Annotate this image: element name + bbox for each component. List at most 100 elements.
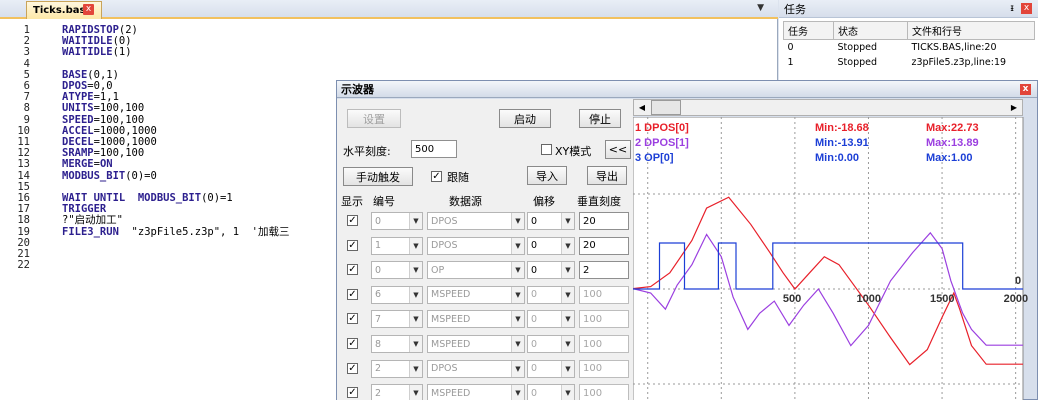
- import-button[interactable]: 导入: [527, 166, 567, 185]
- chevron-down-icon[interactable]: ▼: [409, 360, 422, 377]
- column-header[interactable]: 文件和行号: [907, 21, 1035, 40]
- stop-button[interactable]: 停止: [579, 109, 621, 128]
- chevron-down-icon[interactable]: ▼: [511, 336, 524, 352]
- chevron-down-icon[interactable]: ▼: [409, 385, 422, 400]
- channel-number-select[interactable]: 1 ▼: [371, 236, 423, 255]
- manual-trigger-button[interactable]: 手动触发: [343, 167, 413, 186]
- chevron-down-icon[interactable]: ▼: [511, 237, 524, 254]
- chevron-down-icon[interactable]: ▼: [409, 311, 422, 328]
- channel-vscale-input[interactable]: 20: [579, 236, 629, 255]
- column-header[interactable]: 任务: [783, 21, 834, 40]
- channel-source-select[interactable]: DPOS ▼: [427, 212, 525, 230]
- channel-vscale-input[interactable]: 100: [579, 359, 629, 378]
- scroll-left-icon[interactable]: ◀: [634, 100, 650, 115]
- channel-number-select[interactable]: 2 ▼: [371, 384, 423, 400]
- channel-source-value: OP: [431, 264, 445, 276]
- channel-show-checkbox[interactable]: ✓: [347, 338, 358, 349]
- channel-source-select[interactable]: OP ▼: [427, 261, 525, 280]
- channel-show-checkbox[interactable]: ✓: [347, 288, 358, 300]
- channel-number-select[interactable]: 8 ▼: [371, 335, 423, 353]
- code-token: =100,100: [93, 113, 145, 126]
- channel-offset-select[interactable]: 0 ▼: [527, 310, 575, 329]
- close-icon[interactable]: x: [1020, 84, 1031, 95]
- line-number: 13: [17, 158, 30, 171]
- channel-vscale-input[interactable]: 100: [579, 335, 629, 353]
- table-row[interactable]: 0 Stopped TICKS.BAS,line:20: [784, 40, 1035, 55]
- chevron-down-icon[interactable]: ▼: [561, 213, 574, 229]
- collapse-button[interactable]: <<: [605, 140, 631, 159]
- channel-source-select[interactable]: MSPEED ▼: [427, 285, 525, 304]
- channel-offset-value: 0: [531, 264, 538, 276]
- tab-dropdown-icon[interactable]: ▼: [757, 3, 764, 13]
- channel-offset-select[interactable]: 0 ▼: [527, 359, 575, 378]
- channel-source-select[interactable]: MSPEED ▼: [427, 335, 525, 353]
- chevron-down-icon[interactable]: ▼: [409, 237, 422, 254]
- chevron-down-icon[interactable]: ▼: [409, 286, 422, 303]
- channel-vscale-input[interactable]: 100: [579, 310, 629, 329]
- plot-area[interactable]: ◀ ▶ 1 DPOS[0] Min:-18.68 Max:22.73 2 DPOS[1…: [633, 99, 1038, 400]
- channel-source-select[interactable]: DPOS ▼: [427, 236, 525, 255]
- code-token: ON: [99, 158, 113, 171]
- channel-offset-select[interactable]: 0 ▼: [527, 236, 575, 255]
- chevron-down-icon[interactable]: ▼: [511, 385, 524, 400]
- chevron-down-icon[interactable]: ▼: [511, 262, 524, 279]
- chevron-down-icon[interactable]: ▼: [561, 237, 574, 254]
- chevron-down-icon[interactable]: ▼: [561, 262, 574, 279]
- channel-number-select[interactable]: 6 ▼: [371, 285, 423, 304]
- channel-offset-select[interactable]: 0 ▼: [527, 285, 575, 304]
- scroll-right-icon[interactable]: ▶: [1006, 100, 1022, 115]
- channel-vscale-input[interactable]: 2: [579, 261, 629, 280]
- channel-offset-select[interactable]: 0 ▼: [527, 212, 575, 230]
- channel-show-checkbox[interactable]: ✓: [347, 239, 358, 251]
- channel-show-checkbox[interactable]: ✓: [347, 215, 358, 226]
- channel-show-checkbox[interactable]: ✓: [347, 362, 358, 374]
- chevron-down-icon[interactable]: ▼: [409, 262, 422, 279]
- chevron-down-icon[interactable]: ▼: [561, 385, 574, 400]
- channel-vscale-input[interactable]: 100: [579, 285, 629, 304]
- task-panel-header: 任务 ᵻ x: [779, 0, 1038, 18]
- chevron-down-icon[interactable]: ▼: [561, 286, 574, 303]
- channel-number-select[interactable]: 0 ▼: [371, 212, 423, 230]
- channel-show-checkbox[interactable]: ✓: [347, 264, 358, 276]
- chevron-down-icon[interactable]: ▼: [511, 360, 524, 377]
- start-button[interactable]: 启动: [499, 109, 551, 128]
- export-button[interactable]: 导出: [587, 166, 627, 185]
- table-row[interactable]: 1 Stopped z3pFile5.z3p,line:19: [784, 55, 1035, 70]
- channel-show-checkbox[interactable]: ✓: [347, 387, 358, 399]
- scroll-thumb[interactable]: [651, 100, 681, 115]
- channel-offset-select[interactable]: 0 ▼: [527, 261, 575, 280]
- code-token: BASE: [62, 68, 88, 81]
- oscilloscope-title-bar[interactable]: 示波器 x: [337, 81, 1037, 98]
- chevron-down-icon[interactable]: ▼: [561, 360, 574, 377]
- channel-source-select[interactable]: MSPEED ▼: [427, 310, 525, 329]
- follow-checkbox[interactable]: ✓: [431, 171, 442, 182]
- channel-offset-select[interactable]: 0 ▼: [527, 335, 575, 353]
- channel-source-select[interactable]: DPOS ▼: [427, 359, 525, 378]
- channel-number-select[interactable]: 2 ▼: [371, 359, 423, 378]
- channel-vscale-input[interactable]: 20: [579, 212, 629, 230]
- channel-number-value: 7: [375, 313, 382, 325]
- xy-mode-checkbox[interactable]: [541, 144, 552, 155]
- chevron-down-icon[interactable]: ▼: [561, 336, 574, 352]
- chevron-down-icon[interactable]: ▼: [409, 213, 422, 229]
- channel-show-checkbox[interactable]: ✓: [347, 313, 358, 325]
- channel-offset-select[interactable]: 0 ▼: [527, 384, 575, 400]
- tab-close-icon[interactable]: x: [83, 4, 94, 15]
- chevron-down-icon[interactable]: ▼: [561, 311, 574, 328]
- chevron-down-icon[interactable]: ▼: [409, 336, 422, 352]
- horizontal-scrollbar[interactable]: ◀ ▶: [633, 99, 1023, 116]
- chevron-down-icon[interactable]: ▼: [511, 213, 524, 229]
- task-panel: 任务 ᵻ x 任务 状态 文件和行号 0 Stopped TICKS.BAS,l…: [779, 0, 1038, 90]
- chevron-down-icon[interactable]: ▼: [511, 311, 524, 328]
- chevron-down-icon[interactable]: ▼: [511, 286, 524, 303]
- close-icon[interactable]: x: [1021, 3, 1032, 14]
- channel-source-value: DPOS: [431, 240, 458, 252]
- channel-number-select[interactable]: 0 ▼: [371, 261, 423, 280]
- horizontal-scale-input[interactable]: 500: [411, 140, 457, 158]
- pin-icon[interactable]: ᵻ: [1010, 3, 1014, 14]
- settings-button[interactable]: 设置: [347, 109, 401, 128]
- column-header[interactable]: 状态: [833, 21, 908, 40]
- channel-source-select[interactable]: MSPEED ▼: [427, 384, 525, 400]
- channel-vscale-input[interactable]: 100: [579, 384, 629, 400]
- channel-number-select[interactable]: 7 ▼: [371, 310, 423, 329]
